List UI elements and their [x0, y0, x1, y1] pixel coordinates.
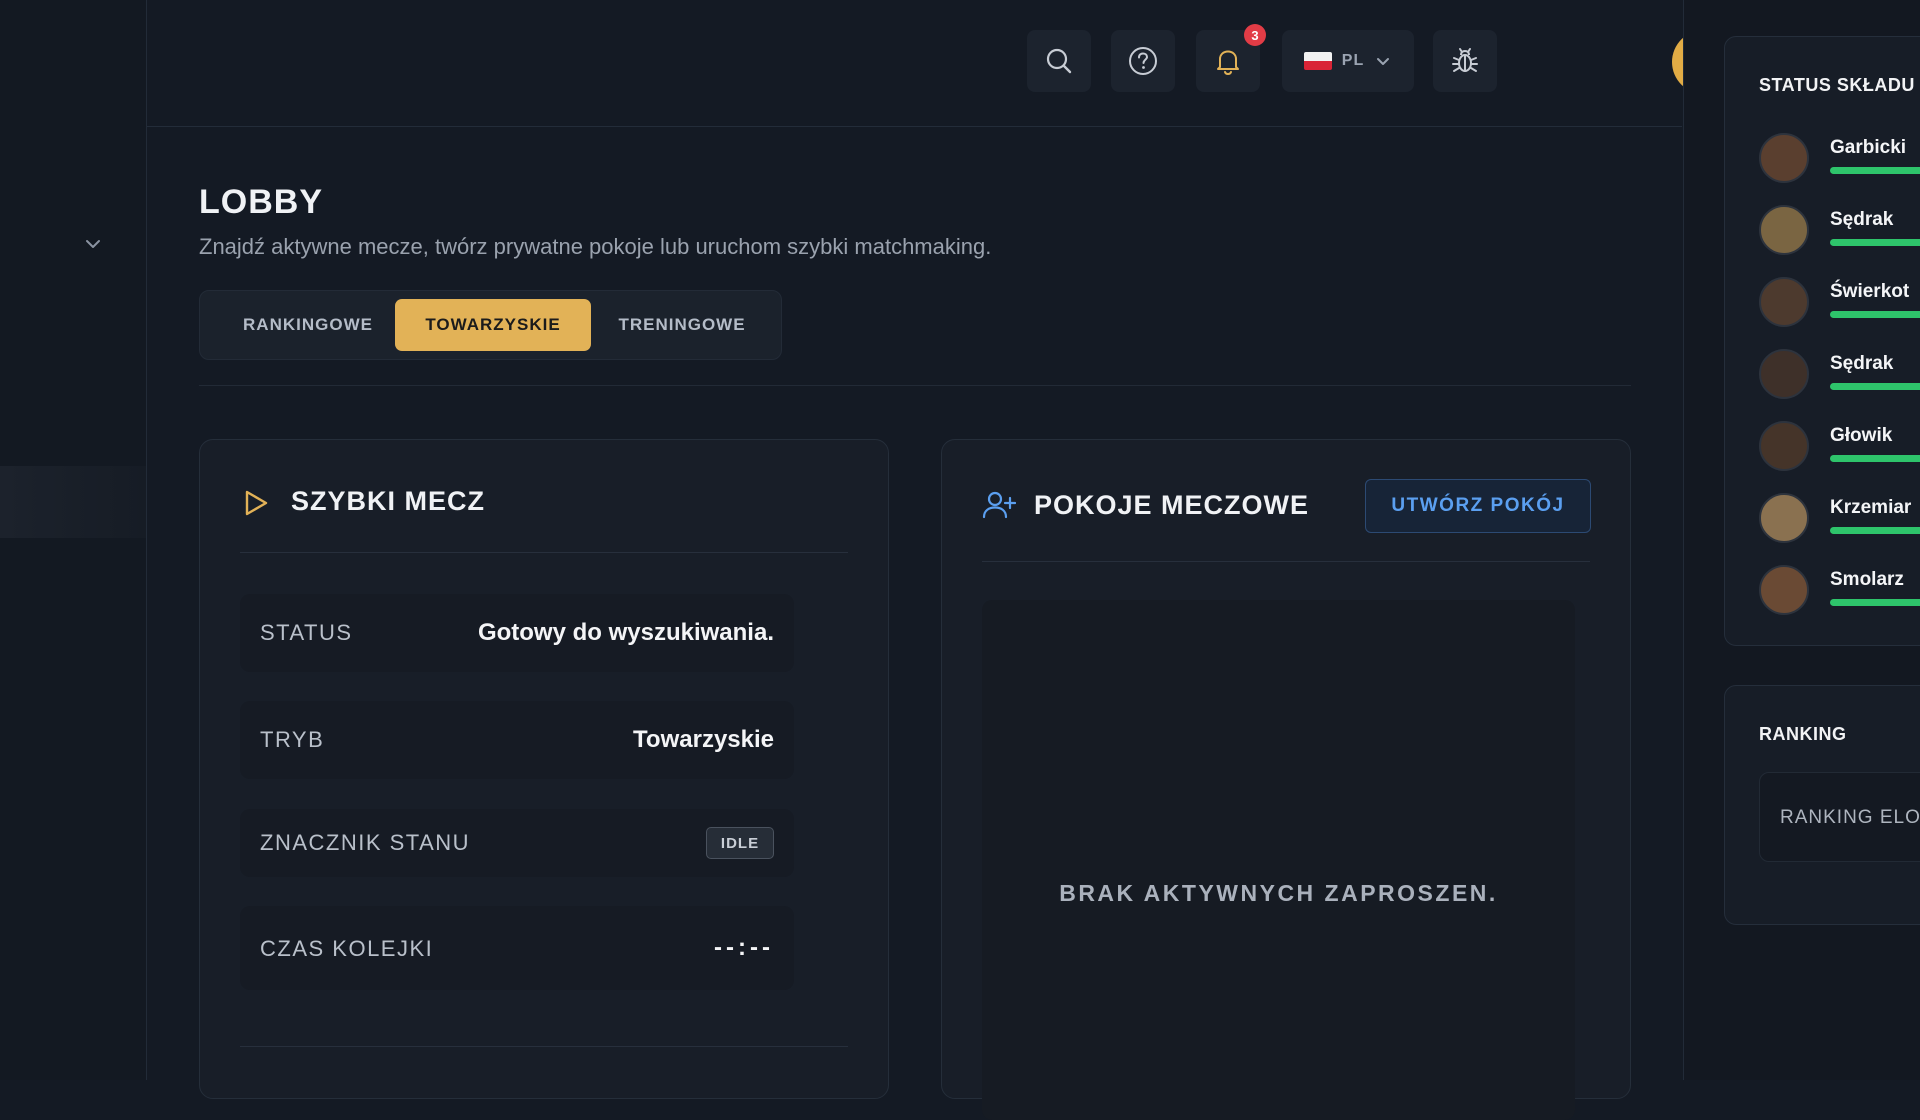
player-item[interactable]: Głowik	[1759, 417, 1920, 477]
player-status-bar	[1830, 311, 1920, 318]
player-item[interactable]: Sędrak	[1759, 201, 1920, 261]
add-user-icon	[982, 490, 1017, 525]
status-value: Gotowy do wyszukiwania.	[477, 619, 774, 646]
tab-rankingowe[interactable]: RANKINGOWE	[208, 299, 408, 351]
report-bug-button[interactable]	[1433, 30, 1497, 92]
player-item[interactable]: Sędrak	[1759, 345, 1920, 405]
player-name: Głowik	[1830, 425, 1893, 446]
status-label: STATUS	[260, 620, 353, 645]
rooms-list: BRAK AKTYWNYCH ZAPROSZEN.	[982, 600, 1575, 1120]
match-rooms-panel: POKOJE MECZOWE UTWÓRZ POKÓJ BRAK AKTYWNY…	[941, 439, 1631, 1120]
player-avatar	[1759, 493, 1809, 543]
squad-status-title: STATUS SKŁADU	[1759, 75, 1915, 95]
quick-match-panel: SZYBKI MECZ STATUS Gotowy do wyszukiwani…	[199, 439, 889, 1099]
tab-treningowe[interactable]: TRENINGOWE	[592, 299, 772, 351]
player-status-bar	[1830, 239, 1920, 246]
help-icon	[1127, 45, 1159, 77]
quick-match-title: SZYBKI MECZ	[291, 486, 486, 516]
search-icon	[1044, 46, 1074, 76]
bug-icon	[1449, 45, 1481, 77]
panel-divider	[240, 1046, 848, 1047]
bell-icon	[1212, 45, 1244, 77]
panel-divider	[240, 552, 848, 553]
notification-count-badge: 3	[1244, 24, 1266, 46]
top-bar: 3 PL	[147, 0, 1772, 127]
player-item[interactable]: Świerkot	[1759, 273, 1920, 333]
player-status-bar	[1830, 599, 1920, 606]
mode-row: TRYB Towarzyskie	[240, 701, 794, 779]
player-avatar	[1759, 133, 1809, 183]
player-status-bar	[1830, 167, 1920, 174]
language-code: PL	[1341, 52, 1365, 69]
status-badge: IDLE	[706, 827, 774, 859]
sidebar-active-item[interactable]	[0, 466, 146, 538]
left-sidebar	[0, 0, 147, 1080]
lobby-mode-tabs: RANKINGOWE TOWARZYSKIE TRENINGOWE	[199, 290, 782, 360]
player-name: Sędrak	[1830, 353, 1894, 374]
section-divider	[199, 385, 1631, 386]
player-name: Garbicki	[1830, 137, 1907, 158]
chevron-down-icon[interactable]	[83, 234, 103, 254]
elo-ranking-label: RANKING ELO	[1780, 807, 1920, 828]
player-name: Świerkot	[1830, 281, 1910, 302]
search-button[interactable]	[1027, 30, 1091, 92]
player-avatar	[1759, 565, 1809, 615]
right-sidebar: STATUS SKŁADU Garbicki Sędrak Świerkot S…	[1683, 0, 1920, 1080]
player-avatar	[1759, 205, 1809, 255]
player-avatar	[1759, 421, 1809, 471]
empty-state-text: BRAK AKTYWNYCH ZAPROSZEN.	[1059, 880, 1498, 906]
match-rooms-title: POKOJE MECZOWE	[1034, 490, 1310, 520]
help-button[interactable]	[1111, 30, 1175, 92]
state-label: ZNACZNIK STANU	[260, 830, 471, 855]
squad-status-card: STATUS SKŁADU Garbicki Sędrak Świerkot S…	[1724, 36, 1920, 646]
ranking-title: RANKING	[1759, 724, 1847, 744]
player-status-bar	[1830, 383, 1920, 390]
player-avatar	[1759, 277, 1809, 327]
player-name: Sędrak	[1830, 209, 1894, 230]
create-room-button[interactable]: UTWÓRZ POKÓJ	[1365, 479, 1591, 533]
queue-time-value: --:--	[714, 934, 774, 961]
language-selector[interactable]: PL	[1282, 30, 1414, 92]
queue-time-row: CZAS KOLEJKI --:--	[240, 906, 794, 990]
mode-value: Towarzyskie	[633, 726, 774, 753]
player-status-bar	[1830, 455, 1920, 462]
queue-time-label: CZAS KOLEJKI	[260, 936, 434, 961]
player-item[interactable]: Garbicki	[1759, 129, 1920, 189]
poland-flag-icon	[1303, 52, 1332, 70]
player-name: Smolarz	[1830, 569, 1904, 590]
ranking-card: RANKING RANKING ELO	[1724, 685, 1920, 925]
player-item[interactable]: Krzemiar	[1759, 489, 1920, 549]
player-item[interactable]: Smolarz	[1759, 561, 1920, 621]
player-avatar	[1759, 349, 1809, 399]
status-row: STATUS Gotowy do wyszukiwania.	[240, 594, 794, 672]
elo-ranking-box: RANKING ELO	[1759, 772, 1920, 862]
player-name: Krzemiar	[1830, 497, 1912, 518]
chevron-down-icon	[1374, 52, 1392, 70]
tab-towarzyskie[interactable]: TOWARZYSKIE	[395, 299, 591, 351]
play-icon	[242, 488, 270, 523]
mode-label: TRYB	[260, 727, 325, 752]
page-subtitle: Znajdź aktywne mecze, twórz prywatne pok…	[199, 234, 992, 259]
page-title: LOBBY	[199, 183, 323, 221]
player-status-bar	[1830, 527, 1920, 534]
notifications-button[interactable]: 3	[1196, 24, 1266, 92]
state-row: ZNACZNIK STANU IDLE	[240, 809, 794, 877]
panel-divider	[982, 561, 1590, 562]
